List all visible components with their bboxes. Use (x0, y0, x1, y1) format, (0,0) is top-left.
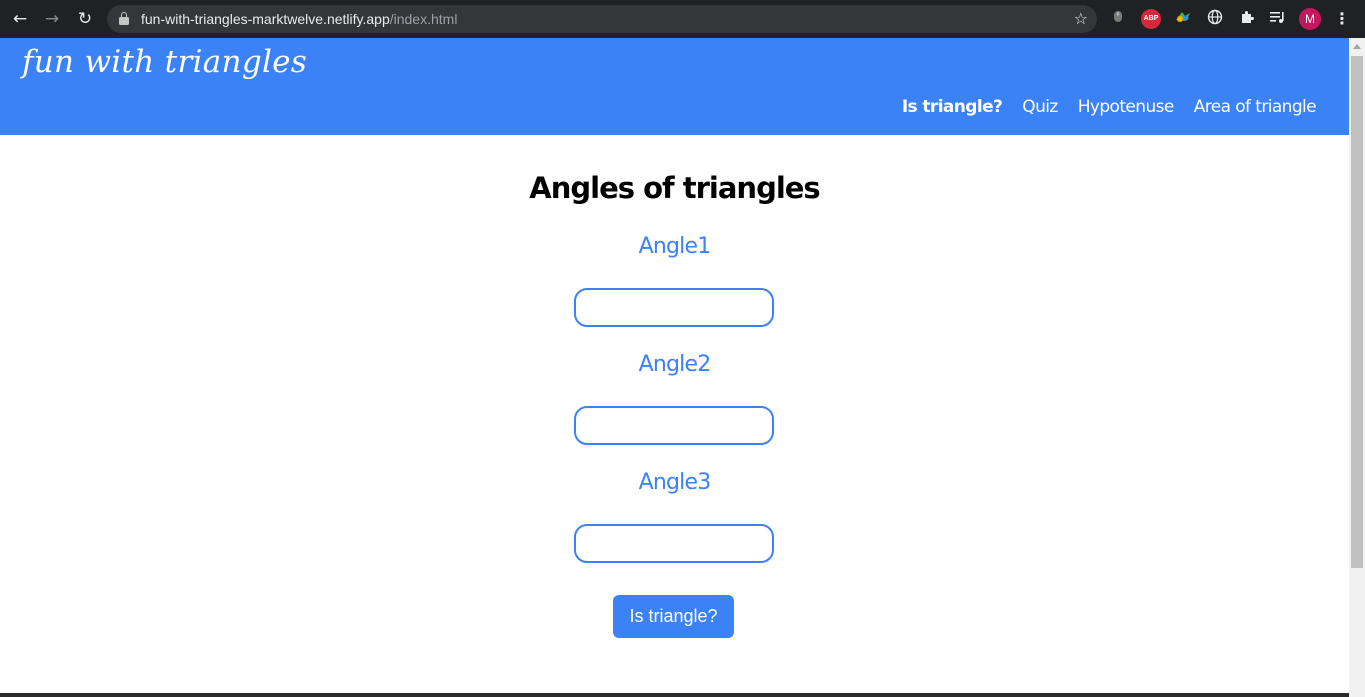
angle3-input[interactable] (574, 524, 774, 563)
nav-link-quiz[interactable]: Quiz (1022, 95, 1058, 119)
bookmark-star-icon[interactable]: ☆ (1074, 8, 1088, 30)
triangle-form: Angles of triangles Angle1 Angle2 Angle3… (0, 135, 1349, 695)
page-viewport: fun with triangles Is triangle? Quiz Hyp… (0, 38, 1349, 697)
lock-icon[interactable] (119, 12, 129, 25)
extensions-puzzle-icon[interactable] (1237, 9, 1257, 29)
adblock-icon[interactable]: ABP (1141, 9, 1161, 29)
reload-icon[interactable]: ↻ (74, 8, 96, 30)
back-arrow-icon[interactable]: ← (9, 8, 31, 30)
url-text[interactable]: fun-with-triangles-marktwelve.netlify.ap… (141, 5, 457, 33)
url-path: /index.html (389, 11, 458, 27)
address-bar[interactable]: fun-with-triangles-marktwelve.netlify.ap… (107, 5, 1097, 33)
browser-menu-icon[interactable]: ⋮ (1334, 8, 1350, 30)
angle2-label: Angle2 (638, 352, 712, 377)
browser-toolbar: ← → ↻ fun-with-triangles-marktwelve.netl… (0, 0, 1365, 38)
site-header: fun with triangles Is triangle? Quiz Hyp… (0, 38, 1349, 135)
extension-colorful-icon[interactable] (1173, 9, 1193, 29)
media-queue-icon[interactable] (1268, 9, 1288, 29)
forward-arrow-icon[interactable]: → (41, 8, 63, 30)
nav-link-is-triangle[interactable]: Is triangle? (902, 95, 1003, 119)
nav-link-area-of-triangle[interactable]: Area of triangle (1194, 95, 1317, 119)
site-title: fun with triangles (22, 44, 308, 80)
angle1-label: Angle1 (638, 234, 712, 259)
globe-icon[interactable] (1205, 9, 1225, 29)
extension-mouse-icon[interactable] (1111, 9, 1125, 29)
is-triangle-button[interactable]: Is triangle? (613, 595, 734, 638)
scroll-thumb[interactable] (1351, 56, 1363, 568)
nav-link-hypotenuse[interactable]: Hypotenuse (1078, 95, 1175, 119)
url-host: fun-with-triangles-marktwelve.netlify.ap… (141, 11, 390, 27)
page-title: Angles of triangles (529, 171, 820, 205)
vertical-scrollbar[interactable] (1349, 38, 1365, 697)
angle2-input[interactable] (574, 406, 774, 445)
angle1-input[interactable] (574, 288, 774, 327)
scroll-up-arrow-icon[interactable] (1353, 44, 1361, 49)
angle3-label: Angle3 (638, 470, 712, 495)
window-bottom-edge (0, 693, 1349, 697)
site-nav: Is triangle? Quiz Hypotenuse Area of tri… (902, 95, 1317, 119)
profile-avatar[interactable]: M (1299, 8, 1321, 30)
